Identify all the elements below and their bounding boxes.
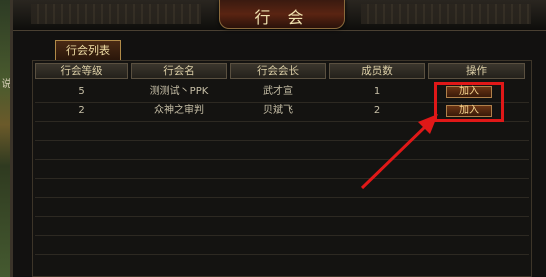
- column-header-name[interactable]: 行会名: [131, 63, 227, 79]
- title-plate: 行 会: [219, 0, 345, 29]
- row-divider: [35, 254, 529, 255]
- row-1-leader: 武才宣: [263, 86, 293, 97]
- title-ornament-right: [361, 4, 531, 24]
- row-divider: [35, 197, 529, 198]
- window-title: 行 会: [254, 8, 310, 27]
- column-header-action: 操作: [428, 63, 525, 79]
- row-divider: [35, 216, 529, 217]
- tab-guild-list[interactable]: 行会列表: [55, 40, 121, 60]
- title-ornament-left: [31, 4, 201, 24]
- row-2-members: 2: [373, 105, 381, 116]
- column-header-level[interactable]: 行会等级: [35, 63, 128, 79]
- column-header-members[interactable]: 成员数: [329, 63, 425, 79]
- row-divider: [35, 140, 529, 141]
- row-divider: [35, 159, 529, 160]
- row-2-level: 2: [78, 105, 85, 116]
- tab-guild-list-label: 行会列表: [66, 44, 110, 57]
- row-1-guild-name: 测测试丶PPK: [149, 86, 209, 97]
- annotation-highlight-box: [434, 82, 504, 122]
- column-header-leader[interactable]: 行会会长: [230, 63, 326, 79]
- row-1-level: 5: [78, 86, 85, 97]
- row-divider: [35, 235, 529, 236]
- row-2-leader: 贝斌飞: [263, 105, 293, 116]
- row-2-guild-name: 众神之审判: [154, 105, 204, 116]
- window-title-bar: 行 会: [13, 0, 546, 31]
- row-divider: [35, 178, 529, 179]
- row-1-members: 1: [373, 86, 381, 97]
